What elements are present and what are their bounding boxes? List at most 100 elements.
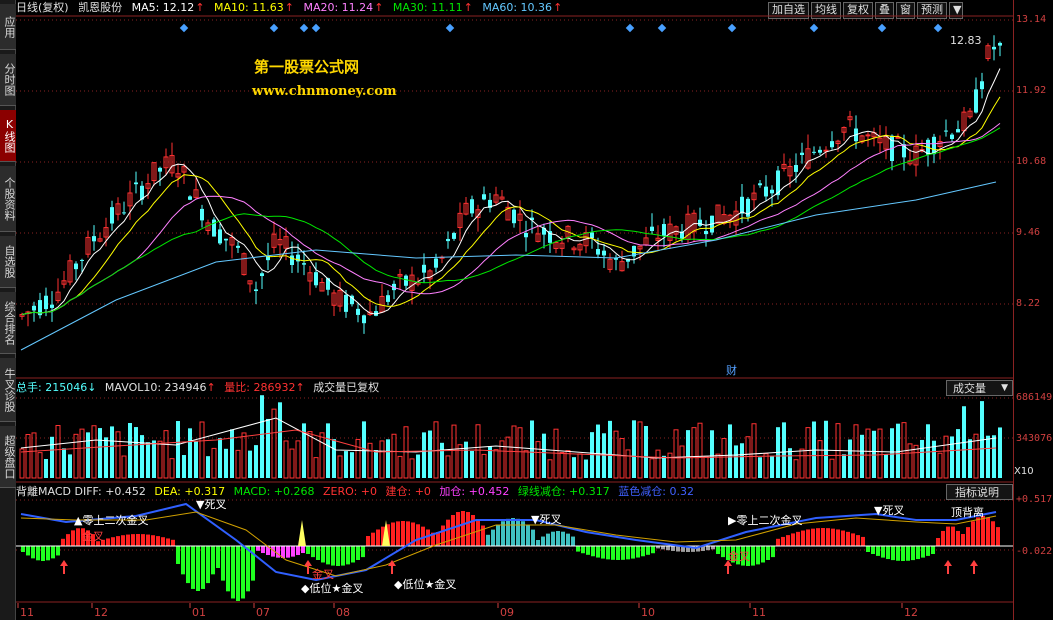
candle-body-down: [122, 212, 126, 214]
candle-body-down: [812, 151, 816, 153]
macd-histogram-bar: [806, 529, 810, 546]
finance-marker[interactable]: 财: [726, 362, 737, 378]
price-tick-4: 8.22: [1016, 298, 1041, 309]
side-tab-3[interactable]: 个股资料: [0, 166, 16, 232]
volume-bar-down: [422, 432, 426, 478]
macd-histogram-bar: [791, 533, 795, 546]
macd-histogram-bar: [236, 546, 240, 601]
macd-info-bar: 背離MACD DIFF: +0.452 DEA: +0.317 MACD: +0…: [16, 485, 699, 499]
volume-bar-up: [19, 448, 25, 479]
volume-bar-down: [662, 455, 666, 478]
side-tab-4[interactable]: 自选股: [0, 236, 16, 288]
macd-histogram-bar: [126, 534, 130, 546]
macd-histogram-bar: [121, 535, 125, 546]
volume-bar-up: [799, 448, 805, 479]
macd-histogram-bar: [846, 531, 850, 546]
candle-body-down: [992, 46, 996, 50]
watermark-url: www.chnmoney.com: [252, 84, 397, 99]
side-tab-5[interactable]: 综合排名: [0, 292, 16, 354]
macd-histogram-bar: [496, 524, 500, 546]
macd-label-low-gold: ◆低位★金叉: [301, 581, 363, 595]
buy-arrow-icon: [304, 560, 312, 566]
volume-bar-up: [535, 441, 541, 479]
price-tick-2: 10.68: [1016, 156, 1047, 167]
volume-bar-up: [697, 422, 703, 479]
side-tab-1[interactable]: 分时图: [0, 54, 16, 106]
volume-bar-up: [481, 453, 487, 479]
volume-bar-up: [55, 425, 61, 479]
macd-histogram-bar: [801, 530, 805, 546]
volume-bar-down: [332, 439, 336, 478]
volume-indicator-select[interactable]: 成交量 ▼: [946, 380, 1013, 396]
volume-bar-up: [745, 436, 751, 479]
volume-bar-down: [728, 424, 732, 478]
volume-bar-down: [374, 450, 378, 478]
volume-bar-down: [146, 442, 150, 478]
volume-bar-up: [241, 432, 247, 479]
volume-bar-down: [992, 435, 996, 478]
side-tab-0[interactable]: 应用: [0, 4, 16, 50]
candle-body-down: [764, 186, 768, 197]
side-tab-6[interactable]: 牛叉诊股: [0, 358, 16, 422]
volume-bar-down: [176, 421, 180, 478]
macd-histogram-bar: [866, 546, 870, 552]
volume-bar-down: [758, 457, 762, 478]
macd-label-golden-cross: 金叉: [728, 549, 750, 563]
macd-histogram-bar: [221, 546, 225, 581]
volume-bar-up: [25, 434, 31, 479]
date-axis-label: 09: [500, 606, 514, 619]
macd-histogram-bar: [451, 515, 455, 546]
macd-histogram-bar: [796, 531, 800, 546]
macd-histogram-bar: [966, 527, 970, 546]
candle-body-down: [704, 230, 708, 235]
macd-histogram-bar: [296, 546, 300, 556]
macd-label-golden-cross: 金叉: [312, 567, 334, 581]
candle-body-down: [830, 141, 834, 148]
buy-arrow-icon: [388, 560, 396, 566]
date-axis-label: 07: [256, 606, 270, 619]
candle-body-down: [92, 236, 96, 242]
volume-bar-up: [805, 427, 811, 479]
volume-bar-down: [884, 454, 888, 478]
macd-histogram-bar: [56, 546, 60, 556]
kline-plot[interactable]: ▲零上二次金叉金叉▼死叉金叉◆低位★金叉 ◆低位★金叉▼死叉 ▶零上二次金叉金叉▼死…: [16, 0, 1013, 620]
macd-lvxian: 绿线减仓: +0.317: [517, 485, 610, 498]
volume-note: 成交量已复权: [313, 381, 380, 394]
side-tab-2[interactable]: K线图: [0, 110, 16, 162]
macd-histogram-bar: [491, 529, 495, 546]
macd-histogram-bar: [36, 546, 40, 561]
volume-bar-down: [956, 429, 960, 478]
volume-bar-up: [91, 425, 97, 479]
mavol10-up-icon: ↑: [206, 381, 216, 394]
volume-bar-down: [326, 423, 330, 478]
volume-bar-up: [211, 447, 217, 479]
macd-histogram-bar: [466, 512, 470, 546]
volume-bar-up: [505, 436, 511, 479]
volume-bar-up: [337, 455, 343, 479]
macd-histogram-bar: [991, 521, 995, 546]
macd-histogram-bar: [926, 546, 930, 556]
macd-histogram-bar: [476, 519, 480, 546]
volume-bar-down: [224, 448, 228, 478]
volume-bar-down: [632, 420, 636, 478]
side-tab-7[interactable]: 超级盘口: [0, 426, 16, 488]
indicator-help-button[interactable]: 指标说明: [946, 484, 1013, 500]
macd-histogram-bar: [371, 532, 375, 546]
volume-bar-up: [649, 458, 655, 479]
volume-bar-up: [865, 428, 871, 479]
price-axis: 13.14 11.92 10.68 9.46 8.22 686149 343076 +0.51…: [1013, 0, 1053, 620]
macd-histogram-bar: [576, 546, 580, 552]
volume-bar-down: [254, 445, 258, 478]
candle-body-down: [698, 219, 702, 226]
macd-histogram-bar: [406, 521, 410, 546]
macd-value: MACD: +0.268: [233, 485, 315, 498]
date-axis-label: 10: [641, 606, 655, 619]
volume-bar-up: [79, 428, 85, 479]
volume-bar-down: [128, 423, 132, 478]
macd-histogram-bar: [326, 546, 330, 565]
volume-bar-down: [920, 439, 924, 478]
macd-histogram-bar: [426, 529, 430, 546]
volume-bar-up: [199, 421, 205, 479]
ma20-line: [21, 123, 1001, 315]
volume-bar-down: [428, 430, 432, 478]
